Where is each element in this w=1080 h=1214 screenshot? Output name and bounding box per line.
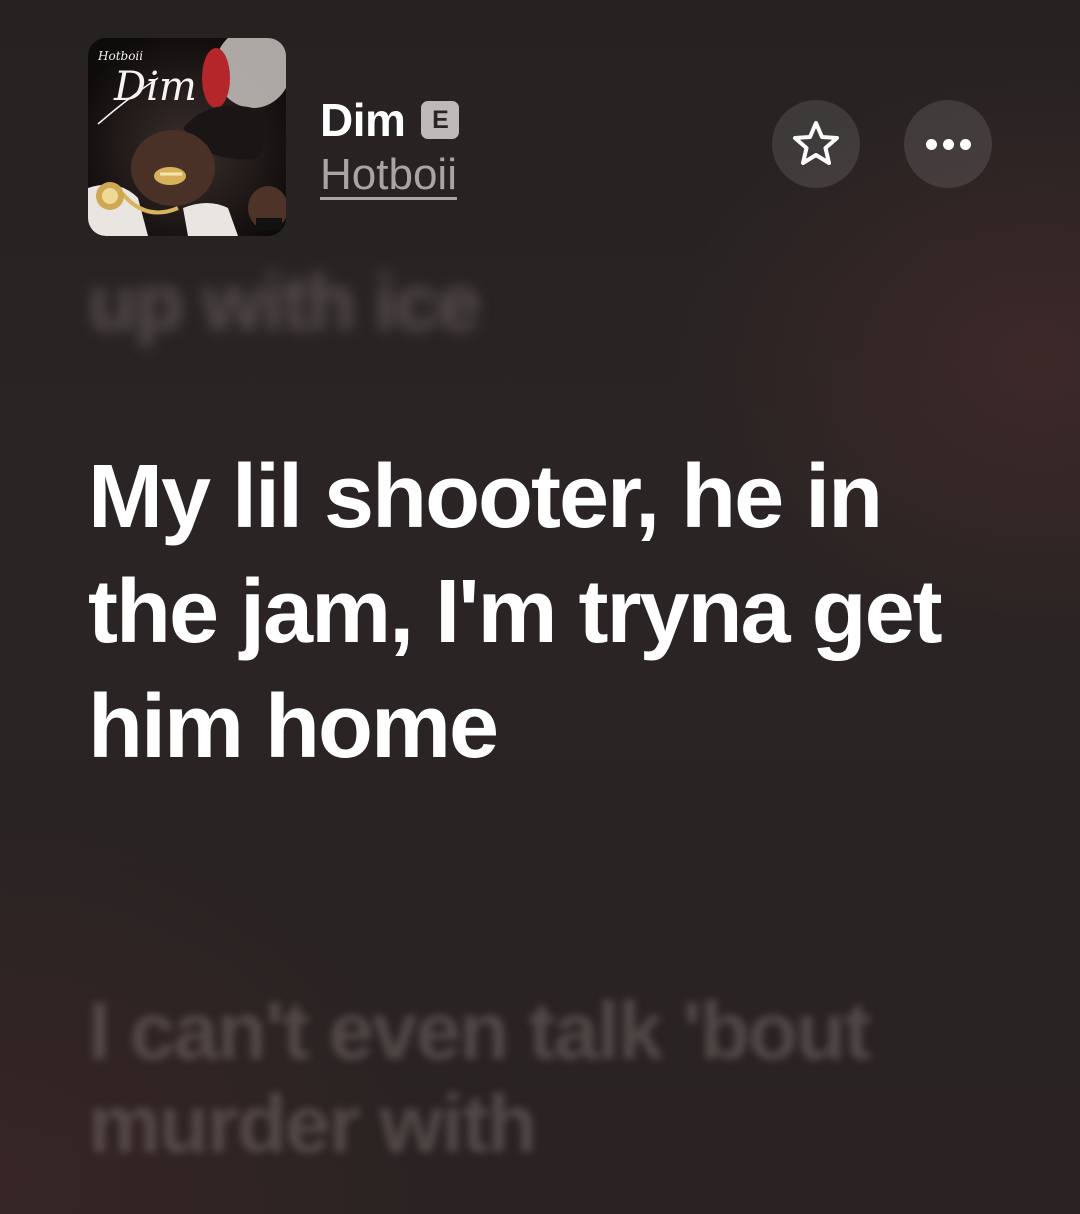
explicit-badge: E bbox=[421, 101, 460, 139]
lyric-line-next[interactable]: I can't even talk 'bout murder with bbox=[88, 985, 1008, 1171]
album-artwork[interactable]: Hotboii Dim bbox=[88, 38, 286, 236]
artwork-artist-script: Hotboii bbox=[97, 49, 143, 63]
ellipsis-icon bbox=[925, 138, 971, 150]
artwork-title-script: Dim bbox=[113, 64, 197, 110]
artist-link[interactable]: Hotboii bbox=[320, 150, 457, 200]
favorite-button[interactable] bbox=[772, 100, 860, 188]
song-title-row: Dim E bbox=[320, 92, 460, 148]
song-title[interactable]: Dim bbox=[320, 93, 406, 147]
lyrics-screen: Hotboii Dim Dim E Hotboii up with ice My… bbox=[0, 0, 1080, 1214]
lyric-line-previous[interactable]: up with ice bbox=[88, 258, 481, 348]
more-options-button[interactable] bbox=[904, 100, 992, 188]
star-outline-icon bbox=[793, 121, 839, 165]
lyric-line-current[interactable]: My lil shooter, he in the jam, I'm tryna… bbox=[88, 440, 988, 785]
album-artwork-image: Hotboii Dim bbox=[88, 38, 286, 236]
